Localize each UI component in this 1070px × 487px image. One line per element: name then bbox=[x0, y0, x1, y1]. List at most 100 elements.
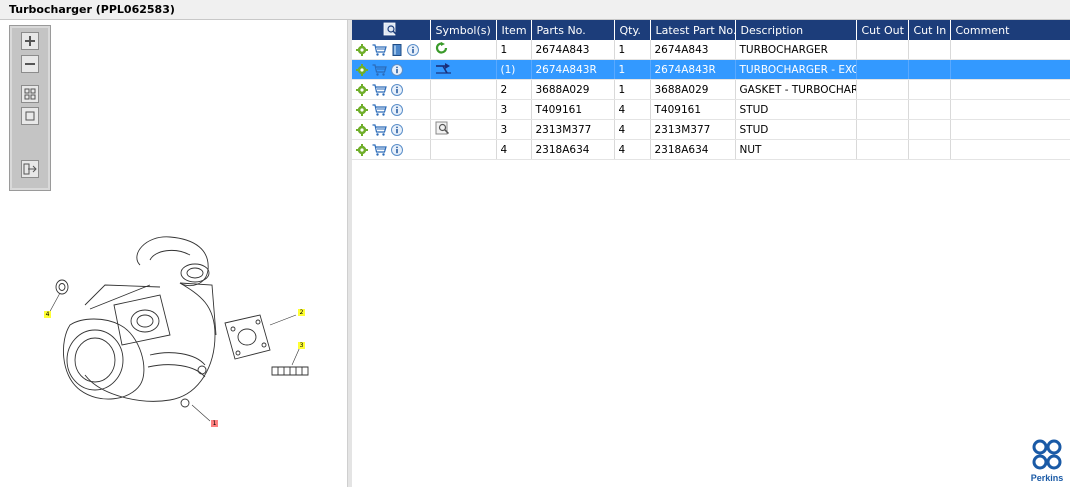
row-tools-cell bbox=[352, 119, 431, 140]
part-no-cell: 2674A843R bbox=[531, 59, 615, 80]
col-header-parts-no[interactable]: Parts No. bbox=[531, 20, 615, 40]
turbocharger-illustration bbox=[47, 236, 309, 422]
zoom-in-button[interactable] bbox=[21, 32, 39, 50]
part-no-cell: 2313M377 bbox=[531, 119, 615, 140]
minus-icon bbox=[25, 63, 35, 65]
gear-icon[interactable] bbox=[356, 123, 368, 136]
row-tools bbox=[352, 63, 429, 76]
latest-part-no-cell: 2674A843R bbox=[650, 59, 736, 80]
callout-1[interactable]: 1 bbox=[211, 420, 218, 427]
row-tools-cell bbox=[352, 79, 431, 100]
gear-icon[interactable] bbox=[356, 43, 368, 56]
table-row[interactable]: 3 T409161 4 T409161 STUD bbox=[352, 99, 1070, 120]
item-cell: (1) bbox=[496, 59, 532, 80]
table-row[interactable]: 4 2318A634 4 2318A634 NUT bbox=[352, 139, 1070, 160]
cart-icon[interactable] bbox=[372, 103, 387, 116]
cart-icon[interactable] bbox=[372, 43, 387, 56]
fit-all-button[interactable] bbox=[21, 85, 39, 103]
col-header-cut-in[interactable]: Cut In bbox=[908, 20, 951, 40]
gear-icon[interactable] bbox=[356, 63, 368, 76]
item-cell: 3 bbox=[496, 119, 532, 140]
brand-name: Perkins bbox=[1030, 473, 1064, 483]
window-titlebar: Turbocharger (PPL062583) bbox=[0, 0, 1070, 20]
cut-in-cell bbox=[908, 59, 951, 80]
parts-grid: Symbol(s) Item Parts No. Qty. Latest Par… bbox=[352, 20, 1070, 487]
item-cell: 1 bbox=[496, 40, 532, 60]
rotate-arrow-icon[interactable] bbox=[435, 41, 449, 55]
cart-icon[interactable] bbox=[372, 83, 387, 96]
zoom-out-button[interactable] bbox=[21, 55, 39, 73]
gear-icon[interactable] bbox=[356, 103, 368, 116]
comment-cell bbox=[950, 59, 1070, 80]
info-icon[interactable] bbox=[391, 83, 403, 96]
book-icon[interactable] bbox=[391, 43, 403, 56]
symbol-cell bbox=[430, 139, 497, 160]
row-tools bbox=[352, 103, 429, 116]
col-header-cut-out[interactable]: Cut Out bbox=[856, 20, 909, 40]
cart-icon[interactable] bbox=[372, 143, 387, 156]
item-cell: 3 bbox=[496, 99, 532, 120]
gear-icon[interactable] bbox=[356, 83, 368, 96]
export-icon bbox=[23, 163, 37, 175]
col-header-description[interactable]: Description bbox=[735, 20, 857, 40]
perkins-logo: Perkins bbox=[1027, 438, 1067, 486]
export-button[interactable] bbox=[21, 160, 39, 178]
callout-3[interactable]: 3 bbox=[298, 342, 305, 349]
latest-part-no-cell: 3688A029 bbox=[650, 79, 736, 100]
exchange-arrow-icon[interactable] bbox=[435, 61, 453, 75]
row-tools bbox=[352, 43, 429, 56]
col-header-symbols[interactable]: Symbol(s) bbox=[430, 20, 497, 40]
symbol-cell bbox=[430, 79, 497, 100]
row-tools-cell bbox=[352, 40, 431, 60]
window-title: Turbocharger (PPL062583) bbox=[9, 3, 175, 16]
cut-out-cell bbox=[856, 139, 909, 160]
fit-window-button[interactable] bbox=[21, 107, 39, 125]
cart-icon[interactable] bbox=[372, 63, 387, 76]
callout-2[interactable]: 2 bbox=[298, 309, 305, 316]
cut-out-cell bbox=[856, 40, 909, 60]
info-icon[interactable] bbox=[391, 103, 403, 116]
table-row[interactable]: 3 2313M377 4 2313M377 STUD bbox=[352, 119, 1070, 140]
qty-cell: 1 bbox=[614, 40, 651, 60]
info-icon[interactable] bbox=[391, 123, 403, 136]
table-row[interactable]: 23688A02913688A029GASKET - TURBOCHARGER bbox=[352, 79, 1070, 100]
col-header-item[interactable]: Item bbox=[496, 20, 532, 40]
magnifier-doc-icon bbox=[383, 22, 398, 36]
latest-part-no-cell: 2674A843 bbox=[650, 40, 736, 60]
latest-part-no-cell: T409161 bbox=[650, 99, 736, 120]
magnifier-doc-icon[interactable] bbox=[435, 121, 451, 135]
parts-table: Symbol(s) Item Parts No. Qty. Latest Par… bbox=[352, 20, 1070, 160]
grid-header-row: Symbol(s) Item Parts No. Qty. Latest Par… bbox=[352, 20, 1070, 40]
table-row[interactable]: (1)2674A843R12674A843RTURBOCHARGER - EXC… bbox=[352, 59, 1070, 80]
symbol-cell bbox=[430, 119, 497, 140]
description-cell: TURBOCHARGER bbox=[735, 40, 857, 60]
description-cell: GASKET - TURBOCHARGER bbox=[735, 79, 857, 100]
grid-icon bbox=[24, 88, 36, 100]
cut-in-cell bbox=[908, 79, 951, 100]
cut-in-cell bbox=[908, 139, 951, 160]
qty-cell: 4 bbox=[614, 139, 651, 160]
callout-4[interactable]: 4 bbox=[44, 311, 51, 318]
qty-cell: 4 bbox=[614, 119, 651, 140]
col-header-tools[interactable] bbox=[352, 20, 431, 40]
cut-in-cell bbox=[908, 99, 951, 120]
row-tools bbox=[352, 143, 429, 156]
row-tools-cell bbox=[352, 99, 431, 120]
info-icon[interactable] bbox=[407, 43, 419, 56]
col-header-qty[interactable]: Qty. bbox=[614, 20, 651, 40]
illustration-pane[interactable]: 1 2 3 4 bbox=[0, 20, 348, 487]
col-header-latest-part-no[interactable]: Latest Part No. bbox=[650, 20, 736, 40]
part-no-cell: 2674A843 bbox=[531, 40, 615, 60]
description-cell: TURBOCHARGER - EXCHANGE bbox=[735, 59, 857, 80]
cart-icon[interactable] bbox=[372, 123, 387, 136]
info-icon[interactable] bbox=[391, 143, 403, 156]
gear-icon[interactable] bbox=[356, 143, 368, 156]
comment-cell bbox=[950, 99, 1070, 120]
info-icon[interactable] bbox=[391, 63, 403, 76]
item-cell: 2 bbox=[496, 79, 532, 100]
table-row[interactable]: 1 2674A843 1 2674A843 TURBOCHARGER bbox=[352, 40, 1070, 60]
row-tools-cell bbox=[352, 139, 431, 160]
row-tools bbox=[352, 83, 429, 96]
col-header-comment[interactable]: Comment bbox=[950, 20, 1070, 40]
cut-in-cell bbox=[908, 119, 951, 140]
